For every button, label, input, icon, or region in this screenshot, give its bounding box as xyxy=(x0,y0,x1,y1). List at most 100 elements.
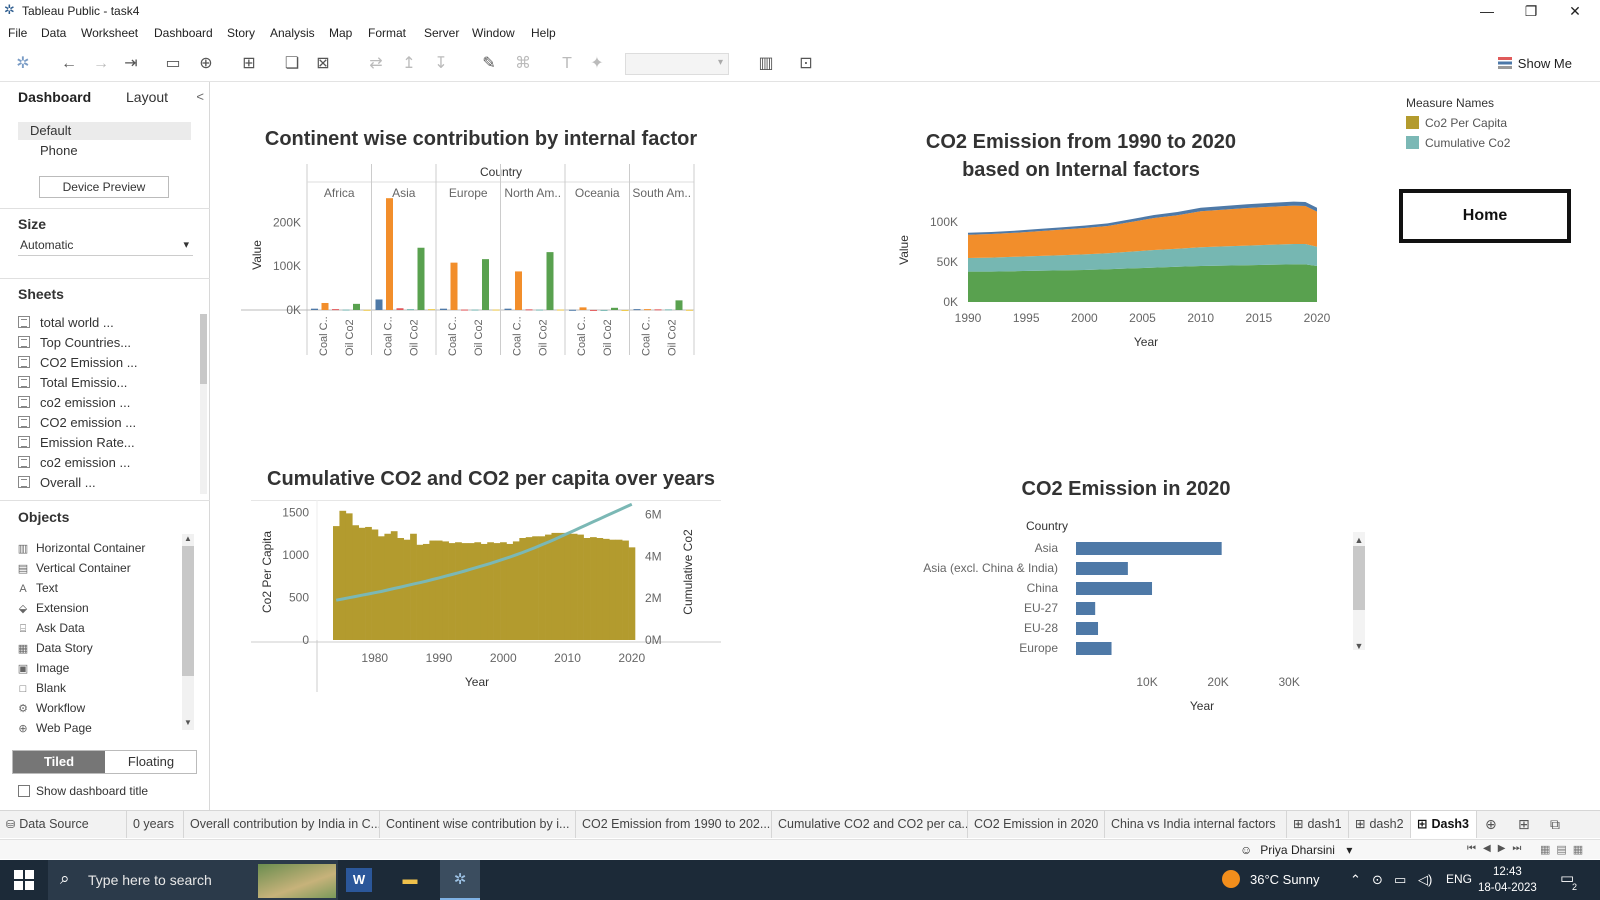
object-horizontal-container[interactable]: ▥ Horizontal Container xyxy=(16,539,146,557)
object-workflow[interactable]: ⚙ Workflow xyxy=(16,699,85,717)
close-icon[interactable]: ✕ xyxy=(1553,0,1597,22)
sort-ascending-icon[interactable]: ↥ xyxy=(398,54,420,74)
new-worksheet-icon[interactable]: ⊞ xyxy=(238,54,260,74)
language-indicator[interactable]: ENG xyxy=(1446,872,1472,886)
tab-sheet[interactable]: CO2 Emission from 1990 to 202... xyxy=(576,811,772,838)
menu-data[interactable]: Data xyxy=(41,26,66,40)
menu-format[interactable]: Format xyxy=(368,26,406,40)
show-dashboard-title-checkbox[interactable]: Show dashboard title xyxy=(18,784,148,798)
menu-server[interactable]: Server xyxy=(424,26,459,40)
new-worksheet-icon[interactable]: ⊕ xyxy=(1485,816,1497,833)
replay-icon[interactable]: ⇥ xyxy=(120,54,142,74)
windows-start-icon[interactable] xyxy=(14,870,34,890)
size-dropdown[interactable]: Automatic xyxy=(18,236,193,256)
taskbar-clock[interactable]: 12:43 18-04-2023 xyxy=(1478,864,1537,896)
pin-icon[interactable]: ✦ xyxy=(586,54,608,74)
object-extension[interactable]: ⬙ Extension xyxy=(16,599,89,617)
word-icon[interactable]: W xyxy=(346,868,372,892)
undo-icon[interactable]: ← xyxy=(58,54,80,74)
tab-dashboard[interactable]: ⊞ dash1 xyxy=(1287,811,1349,838)
volume-icon[interactable]: ◁) xyxy=(1418,872,1432,888)
network-icon[interactable]: ⊙ xyxy=(1372,872,1383,888)
menu-map[interactable]: Map xyxy=(329,26,352,40)
object-web-page[interactable]: ⊕ Web Page xyxy=(16,719,91,737)
menu-help[interactable]: Help xyxy=(531,26,556,40)
menu-story[interactable]: Story xyxy=(227,26,255,40)
show-me-button[interactable]: Show Me xyxy=(1497,56,1572,71)
tableau-home-icon[interactable]: ✲ xyxy=(12,54,34,74)
sheet-item[interactable]: CO2 emission ... xyxy=(18,414,136,432)
device-phone[interactable]: Phone xyxy=(18,142,191,160)
object-image[interactable]: ▣ Image xyxy=(16,659,70,677)
show-cards-icon[interactable]: ▥ xyxy=(755,54,777,74)
menu-analysis[interactable]: Analysis xyxy=(270,26,315,40)
tab-sheet[interactable]: 0 years xyxy=(127,811,184,838)
sheet-item[interactable]: Top Countries... xyxy=(18,334,131,352)
tray-chevron-icon[interactable]: ⌃ xyxy=(1350,872,1361,888)
new-dashboard-icon[interactable]: ⊞ xyxy=(1518,816,1530,833)
legend-item[interactable]: Co2 Per Capita xyxy=(1406,115,1510,135)
new-datasource-icon[interactable]: ⊕ xyxy=(195,54,217,74)
tab-sheet[interactable]: Cumulative CO2 and CO2 per ca... xyxy=(772,811,968,838)
scroll-up-icon[interactable]: ▲ xyxy=(184,534,192,543)
tab-sheet[interactable]: Overall contribution by India in C... xyxy=(184,811,380,838)
sheet-item[interactable]: Emission Rate... xyxy=(18,434,135,452)
tab-dashboard[interactable]: ⊞ dash2 xyxy=(1349,811,1411,838)
sheets-scrollbar[interactable] xyxy=(200,314,207,494)
redo-icon[interactable]: → xyxy=(90,54,112,74)
tab-layout[interactable]: Layout xyxy=(126,89,168,105)
display-icon[interactable]: ▭ xyxy=(1394,872,1406,888)
sheet-item[interactable]: CO2 Emission ... xyxy=(18,354,138,372)
tiled-button[interactable]: Tiled xyxy=(13,751,105,773)
chart-cumulative-co2[interactable]: 0 500 1000 1500 0M 2M 4M 6M 1980 1990 2000 2010 2020… xyxy=(251,500,721,700)
sheet-item[interactable]: Total Emissio... xyxy=(18,374,127,392)
clear-sheet-icon[interactable]: ⊠ xyxy=(312,54,334,74)
object-blank[interactable]: □ Blank xyxy=(16,679,66,697)
sort-descending-icon[interactable]: ↧ xyxy=(430,54,452,74)
user-menu[interactable]: ☺ Priya Dharsini ▾ xyxy=(1240,843,1352,857)
tab-dashboard[interactable]: Dashboard xyxy=(18,89,91,105)
objects-scroll-thumb[interactable] xyxy=(182,546,194,676)
home-button[interactable]: Home xyxy=(1399,189,1571,243)
chart-emission-area[interactable]: 0K 50K 100K 1990 1995 2000 2005 2010 2015 2020 Yea… xyxy=(886,192,1361,362)
tab-dashboard-active[interactable]: ⊞ Dash3 xyxy=(1411,811,1477,838)
menu-window[interactable]: Window xyxy=(472,26,515,40)
sheet-item[interactable]: co2 emission ... xyxy=(18,394,130,412)
tableau-taskbar-icon[interactable]: ✲ xyxy=(440,860,480,900)
sheets-scroll-thumb[interactable] xyxy=(200,314,207,384)
tab-sheet[interactable]: CO2 Emission in 2020 xyxy=(968,811,1105,838)
menu-worksheet[interactable]: Worksheet xyxy=(81,26,138,40)
swap-icon[interactable]: ⇄ xyxy=(365,54,387,74)
group-icon[interactable]: ⌘ xyxy=(512,54,534,74)
menu-file[interactable]: File xyxy=(8,26,27,40)
object-data-story[interactable]: ▦ Data Story xyxy=(16,639,93,657)
tab-sheet[interactable]: China vs India internal factors xyxy=(1105,811,1287,838)
minimize-icon[interactable]: — xyxy=(1465,0,1509,22)
device-default[interactable]: Default xyxy=(18,122,191,140)
new-story-icon[interactable]: ⧉ xyxy=(1550,816,1560,833)
measure-names-legend[interactable]: Measure Names Co2 Per Capita Cumulative … xyxy=(1406,96,1510,155)
scroll-down-icon[interactable]: ▼ xyxy=(184,718,192,727)
device-preview-button[interactable]: Device Preview xyxy=(39,176,169,198)
object-vertical-container[interactable]: ▤ Vertical Container xyxy=(16,559,131,577)
file-explorer-icon[interactable]: ▬ xyxy=(393,866,427,894)
sheet-item[interactable]: total world ... xyxy=(18,314,114,332)
floating-button[interactable]: Floating xyxy=(105,751,197,773)
menu-dashboard[interactable]: Dashboard xyxy=(154,26,213,40)
object-text[interactable]: A Text xyxy=(16,579,58,597)
collapse-sidebar-icon[interactable]: < xyxy=(196,89,204,104)
chart-continent-contribution[interactable]: Country0K100K200KValueAfricaCoal C..Oil … xyxy=(241,160,711,360)
sheet-item[interactable]: co2 emission ... xyxy=(18,454,130,472)
object-ask-data[interactable]: ⌸ Ask Data xyxy=(16,619,85,637)
sheet-navigation[interactable]: ⏮◀▶⏭ xyxy=(1467,843,1528,854)
fit-dropdown[interactable] xyxy=(625,53,729,75)
tab-data-source[interactable]: ⛁ Data Source xyxy=(0,811,127,838)
save-icon[interactable]: ▭ xyxy=(162,54,184,74)
view-toggle-icons[interactable]: ▦▤▦ xyxy=(1540,843,1589,856)
legend-item[interactable]: Cumulative Co2 xyxy=(1406,135,1510,155)
objects-scrollbar[interactable]: ▲ ▼ xyxy=(182,534,194,730)
chart-co2-2020[interactable]: Country Asia Asia (excl. China & India) Chi… xyxy=(901,510,1371,710)
highlight-icon[interactable]: ✎ xyxy=(478,54,500,74)
duplicate-icon[interactable]: ❏ xyxy=(281,54,303,74)
tab-sheet[interactable]: Continent wise contribution by i... xyxy=(380,811,576,838)
